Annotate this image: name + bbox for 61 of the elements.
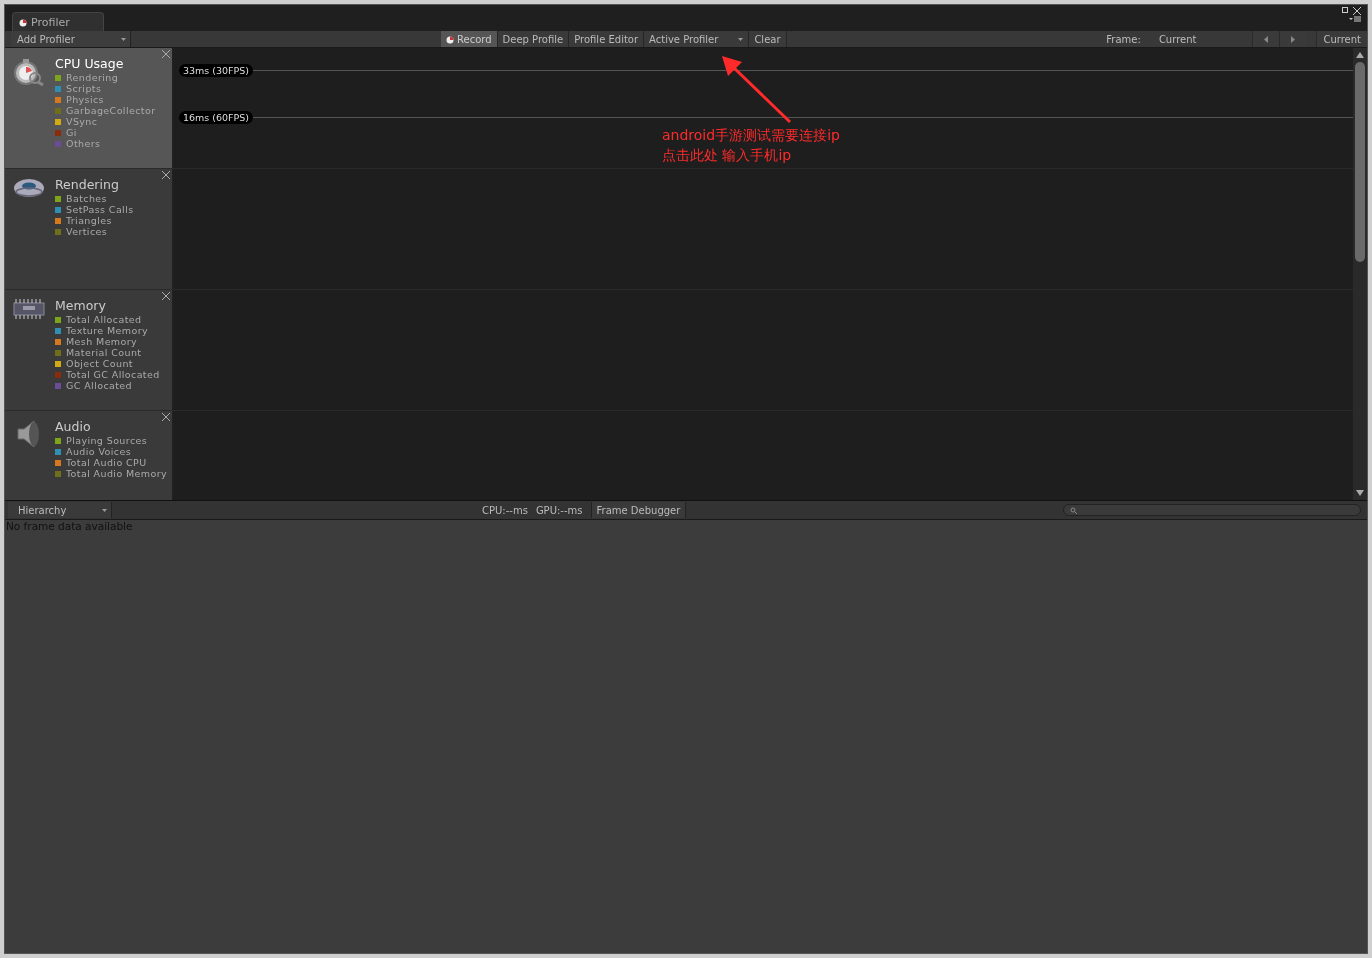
legend-label: Others [66,138,101,149]
legend-label: Total GC Allocated [66,369,160,380]
legend-label: SetPass Calls [66,204,134,215]
frame-debugger-button[interactable]: Frame Debugger [590,502,687,518]
cpu-time: CPU:--ms [482,504,528,516]
legend-label: GC Allocated [66,380,133,391]
torus-icon [13,177,45,199]
toolbar-button[interactable]: Record [441,31,498,47]
maximize-icon[interactable] [1342,7,1348,13]
profiler-module-panel[interactable]: CPU Usage Rendering Scripts Physics GarbageCollector VSync Gi Others [5,48,173,168]
caret-icon [102,508,107,512]
legend-label: Mesh Memory [66,336,138,347]
stopwatch-icon [13,56,45,86]
close-icon[interactable] [162,292,170,300]
frame-value: Current [1158,33,1197,45]
search-icon [1070,506,1077,514]
menu-icon[interactable] [1349,16,1361,22]
grid-label: 16ms (60FPS) [179,111,254,124]
legend-label: Playing Sources [66,435,148,446]
annotation-arrow [720,54,792,124]
caret-icon [121,37,126,41]
window-tab[interactable]: Profiler [12,12,104,31]
close-icon[interactable] [1353,7,1361,15]
close-icon[interactable] [162,171,170,179]
legend-label: Material Count [66,347,142,358]
annotation-text: android手游测试需要连接ip 点击此处 输入手机ip [662,126,840,165]
frame-label: Frame: [1106,33,1141,45]
stopwatch-icon [446,34,454,44]
legend-label: Gi [66,127,77,138]
legend-label: Vertices [66,226,108,237]
legend-label: Batches [66,193,107,204]
stopwatch-icon [19,17,27,27]
legend-label: Object Count [66,358,133,369]
legend-label: Physics [66,94,104,105]
add-profiler-dropdown[interactable]: Add Profiler [11,31,131,47]
view-dropdown[interactable]: Hierarchy [8,502,112,518]
scroll-up-icon[interactable] [1356,52,1364,58]
legend-label: Texture Memory [66,325,149,336]
close-icon[interactable] [162,413,170,421]
search-field[interactable] [1063,504,1361,516]
module-title: Memory [55,298,107,313]
grid-label: 33ms (30FPS) [179,64,254,77]
legend-label: Triangles [66,215,112,226]
legend-label: Audio Voices [66,446,132,457]
module-title: CPU Usage [55,56,125,71]
caret-icon [738,37,744,41]
legend-label: Total Audio CPU [66,457,147,468]
legend-label: Total Allocated [66,314,142,325]
legend-label: Rendering [66,72,119,83]
right-arrow-icon [1291,35,1296,43]
legend-label: Total Audio Memory [66,468,168,479]
legend-label: VSync [66,116,98,127]
chip-icon [13,298,45,320]
scrollbar[interactable] [1353,48,1367,500]
legend-label: GarbageCollector [66,105,156,116]
legend-label: Scripts [66,83,102,94]
gpu-time: GPU:--ms [535,504,583,516]
left-arrow-icon [1264,35,1269,43]
scroll-down-icon[interactable] [1356,490,1364,496]
module-title: Audio [55,419,92,434]
module-title: Rendering [55,177,120,192]
